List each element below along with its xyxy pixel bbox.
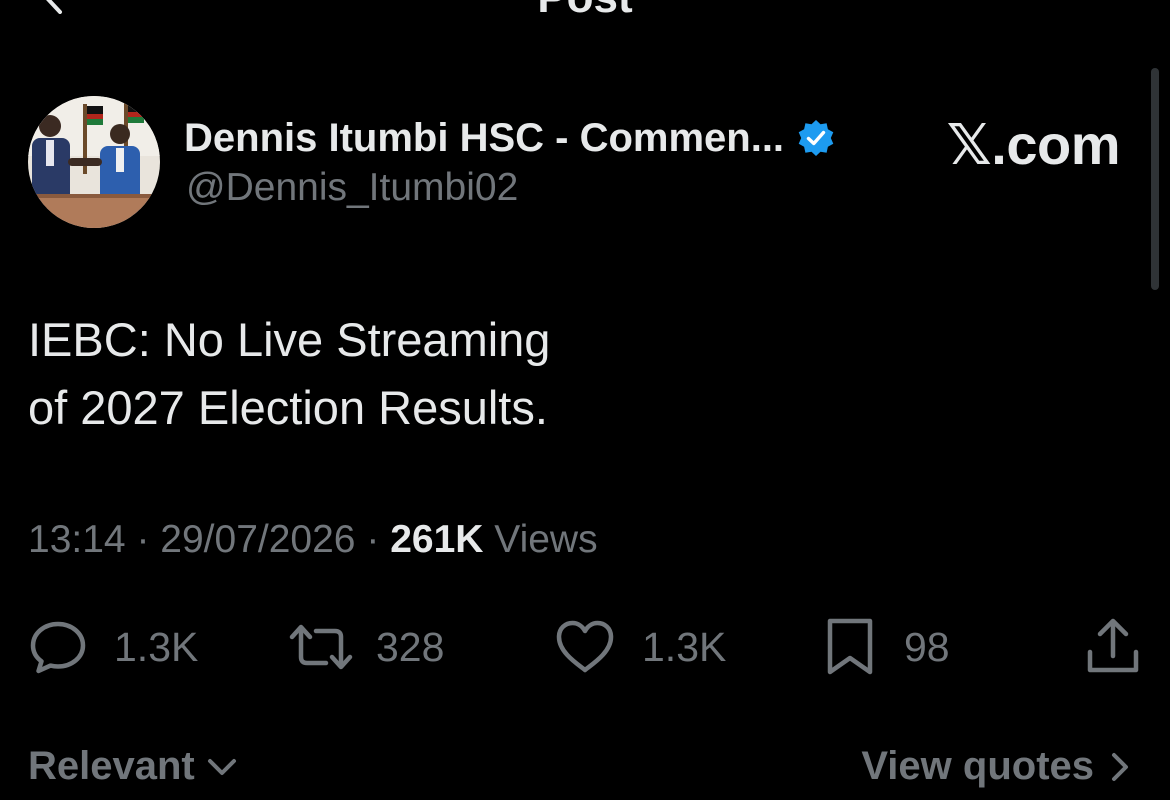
verified-badge-icon <box>798 120 834 156</box>
views-label: Views <box>494 518 598 561</box>
author-name-row[interactable]: Dennis Itumbi HSC - Commen... <box>184 110 836 166</box>
reply-bubble-icon <box>30 621 86 674</box>
tweet-line: IEBC: No Live Streaming <box>28 313 551 366</box>
chevron-right-icon <box>1112 752 1128 781</box>
tweet-text: IEBC: No Live Streaming of 2027 Election… <box>28 306 550 442</box>
bookmark-count: 98 <box>904 623 950 670</box>
view-quotes-label: View quotes <box>861 744 1094 788</box>
view-quotes-link[interactable]: View quotes <box>861 744 1132 789</box>
views-count: 261K <box>390 518 484 561</box>
chevron-down-icon <box>207 758 236 775</box>
replies-header: Relevant View quotes <box>0 740 1170 800</box>
like-button[interactable]: 1.3K <box>554 612 726 682</box>
repost-icon <box>289 624 353 670</box>
page-title: Post <box>0 0 1170 28</box>
top-bar: Post <box>0 0 1170 22</box>
tweet-meta: 13:14 · 29/07/2026 · 261K Views <box>28 518 598 562</box>
heart-icon <box>556 620 614 673</box>
tweet-date[interactable]: 29/07/2026 <box>160 518 355 561</box>
meta-separator: · <box>136 518 150 561</box>
reply-button[interactable]: 1.3K <box>28 612 198 682</box>
like-count: 1.3K <box>642 623 727 670</box>
share-icon <box>1087 618 1139 673</box>
scrollbar[interactable] <box>1151 68 1159 290</box>
display-name[interactable]: Dennis Itumbi HSC - Commen... <box>184 116 784 161</box>
tweet-line: of 2027 Election Results. <box>28 381 548 434</box>
repost-count: 328 <box>376 623 445 670</box>
action-bar: 1.3K 328 1.3K 98 <box>0 612 1170 682</box>
sort-label: Relevant <box>28 744 195 788</box>
bookmark-button[interactable]: 98 <box>822 612 950 682</box>
meta-separator: · <box>366 518 380 561</box>
tweet-time[interactable]: 13:14 <box>28 518 126 561</box>
reply-count: 1.3K <box>114 623 199 670</box>
sort-dropdown[interactable]: Relevant <box>28 744 239 789</box>
share-button[interactable] <box>1084 612 1142 682</box>
author-handle[interactable]: @Dennis_Itumbi02 <box>186 166 518 210</box>
avatar[interactable] <box>28 96 160 228</box>
repost-button[interactable]: 328 <box>286 612 444 682</box>
x-com-watermark: 𝕏.com <box>946 113 1121 176</box>
avatar-photo <box>28 96 160 228</box>
bookmark-icon <box>827 618 873 675</box>
